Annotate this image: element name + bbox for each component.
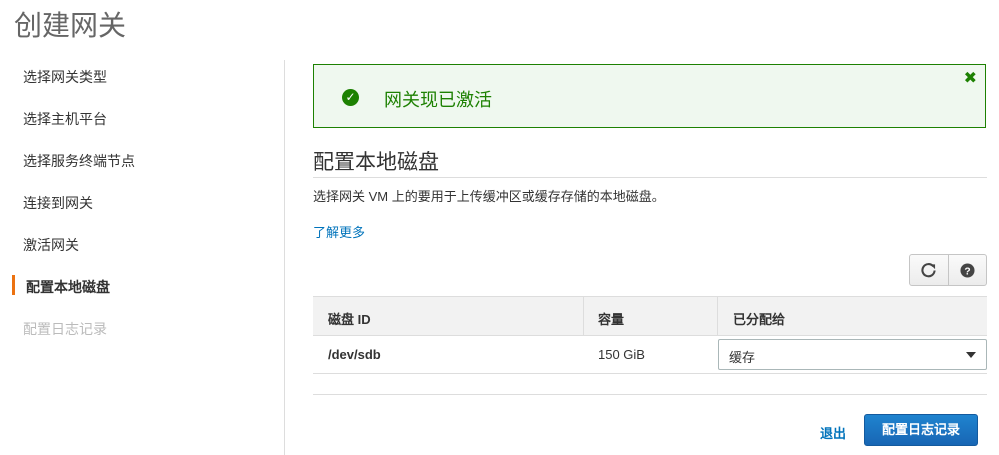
table-toolbar: ? — [909, 254, 987, 286]
sidebar-item-choose-service-endpoint[interactable]: 选择服务终端节点 — [23, 151, 135, 171]
chevron-down-icon — [966, 352, 976, 358]
column-header-capacity[interactable]: 容量 — [598, 309, 624, 328]
section-divider — [313, 177, 987, 178]
sidebar-item-activate-gateway[interactable]: 激活网关 — [23, 235, 79, 255]
help-button[interactable]: ? — [947, 255, 987, 285]
sidebar-divider — [284, 60, 285, 455]
configure-logging-button[interactable]: 配置日志记录 — [864, 414, 978, 446]
close-icon[interactable]: ✖ — [964, 71, 977, 87]
column-header-allocated-to[interactable]: 已分配给 — [733, 309, 785, 328]
table-row: /dev/sdb 150 GiB 缓存 — [313, 336, 987, 374]
sidebar-item-choose-gateway-type[interactable]: 选择网关类型 — [23, 67, 107, 87]
alert-message: 网关现已激活 — [384, 90, 492, 110]
sidebar-item-configure-local-disks[interactable]: 配置本地磁盘 — [26, 277, 110, 297]
refresh-icon — [921, 262, 936, 277]
exit-button[interactable]: 退出 — [820, 423, 846, 442]
table-header: 磁盘 ID 容量 已分配给 — [313, 296, 987, 336]
column-separator — [583, 297, 584, 335]
check-circle-icon: ✓ — [342, 89, 359, 106]
disk-id-cell: /dev/sdb — [328, 347, 381, 362]
refresh-button[interactable] — [910, 255, 948, 285]
help-icon: ? — [960, 262, 975, 278]
learn-more-link[interactable]: 了解更多 — [313, 222, 365, 241]
section-title: 配置本地磁盘 — [313, 150, 439, 174]
section-description: 选择网关 VM 上的要用于上传缓冲区或缓存存储的本地磁盘。 — [313, 189, 665, 204]
sidebar-item-choose-host-platform[interactable]: 选择主机平台 — [23, 109, 107, 129]
allocated-to-select[interactable]: 缓存 — [718, 339, 987, 370]
capacity-cell: 150 GiB — [598, 347, 645, 362]
success-alert: ✓ 网关现已激活 ✖ — [313, 64, 986, 128]
allocated-to-value: 缓存 — [729, 350, 756, 365]
sidebar-item-connect-to-gateway[interactable]: 连接到网关 — [23, 193, 93, 213]
page-title: 创建网关 — [14, 9, 127, 42]
column-separator — [717, 297, 718, 335]
active-step-indicator — [12, 275, 15, 295]
column-header-disk-id[interactable]: 磁盘 ID — [328, 309, 371, 328]
svg-text:?: ? — [964, 266, 970, 277]
footer-divider — [313, 394, 987, 395]
sidebar-item-configure-logging: 配置日志记录 — [23, 321, 107, 337]
